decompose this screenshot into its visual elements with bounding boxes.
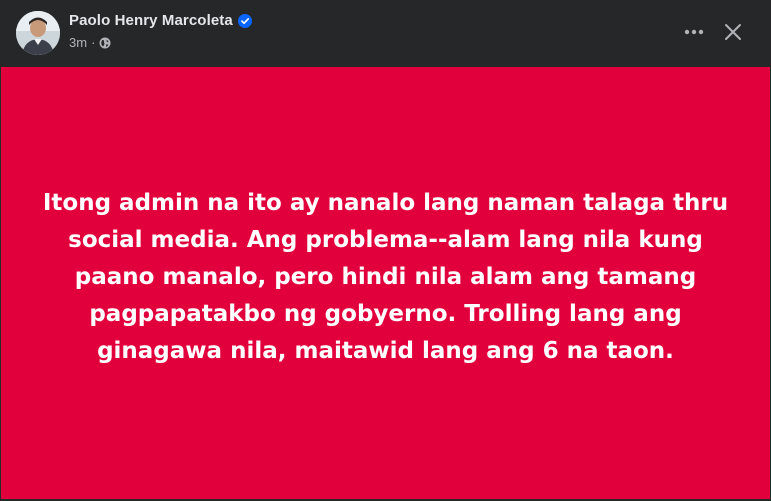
close-button[interactable] (715, 14, 751, 50)
globe-icon[interactable] (99, 37, 111, 49)
avatar-image (16, 11, 60, 55)
post-meta: 3m · (69, 35, 111, 50)
meta-separator: · (91, 35, 96, 50)
author-line: Paolo Henry Marcoleta (69, 12, 252, 29)
post-header: Paolo Henry Marcoleta 3m · (0, 0, 771, 67)
post-container: Paolo Henry Marcoleta 3m · Itong admin n… (0, 0, 771, 501)
more-horizontal-icon (684, 29, 704, 35)
post-timestamp[interactable]: 3m (69, 35, 87, 50)
author-avatar[interactable] (16, 11, 60, 55)
more-options-button[interactable] (676, 14, 712, 50)
post-body-text: Itong admin na ito ay nanalo lang naman … (42, 189, 729, 364)
close-icon (725, 24, 741, 40)
author-name[interactable]: Paolo Henry Marcoleta (69, 12, 233, 29)
post-text-card: Itong admin na ito ay nanalo lang naman … (1, 67, 770, 499)
verified-badge-icon (237, 13, 252, 28)
